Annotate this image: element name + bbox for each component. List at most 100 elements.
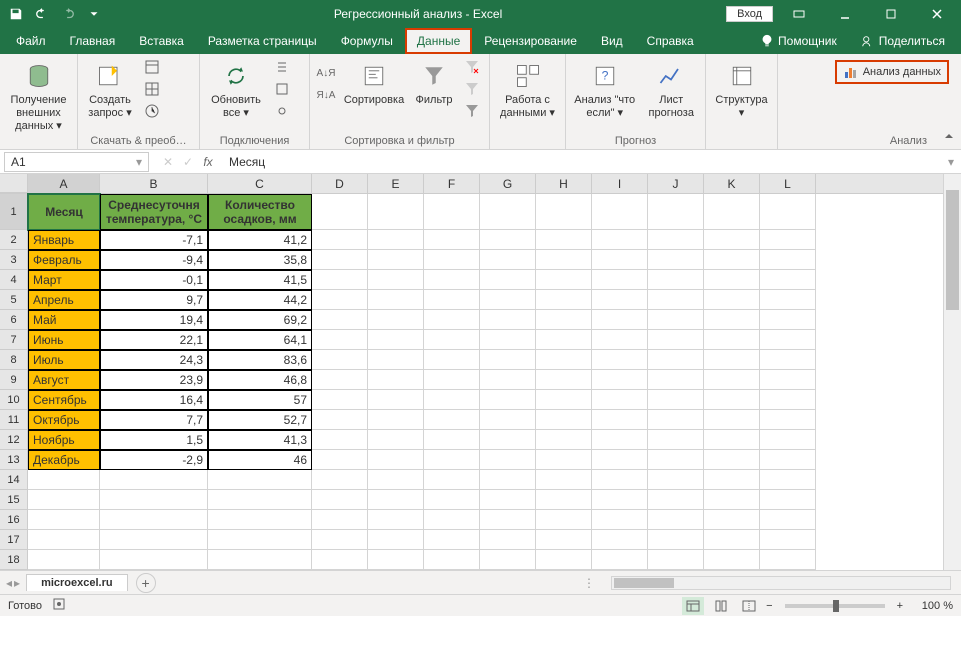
cell[interactable] (312, 470, 368, 490)
properties-button[interactable] (270, 78, 294, 100)
cell[interactable] (100, 510, 208, 530)
cell[interactable] (480, 550, 536, 570)
cell[interactable] (28, 470, 100, 490)
cell[interactable] (424, 510, 480, 530)
cell[interactable]: Январь (28, 230, 100, 250)
cell[interactable] (648, 390, 704, 410)
cell[interactable] (424, 450, 480, 470)
cell[interactable]: 69,2 (208, 310, 312, 330)
cell[interactable] (704, 410, 760, 430)
maximize-button[interactable] (871, 0, 911, 28)
tab-page-layout[interactable]: Разметка страницы (196, 28, 329, 54)
cell[interactable] (28, 550, 100, 570)
cell[interactable] (760, 330, 816, 350)
tab-help[interactable]: Справка (635, 28, 706, 54)
cell[interactable] (592, 550, 648, 570)
tab-review[interactable]: Рецензирование (472, 28, 589, 54)
cell[interactable]: Апрель (28, 290, 100, 310)
cell[interactable] (704, 510, 760, 530)
sheet-tab[interactable]: microexcel.ru (26, 574, 128, 591)
cell[interactable] (592, 330, 648, 350)
cell[interactable] (100, 470, 208, 490)
cell[interactable] (368, 490, 424, 510)
row-header[interactable]: 13 (0, 450, 28, 470)
formula-input[interactable]: Месяц (223, 155, 941, 169)
cell[interactable] (760, 470, 816, 490)
cell[interactable] (480, 450, 536, 470)
forecast-sheet-button[interactable]: Лист прогноза (641, 56, 701, 124)
select-all-corner[interactable] (0, 174, 28, 193)
row-header[interactable]: 8 (0, 350, 28, 370)
cell[interactable] (368, 330, 424, 350)
cell[interactable] (368, 530, 424, 550)
tab-home[interactable]: Главная (58, 28, 128, 54)
cell[interactable] (760, 290, 816, 310)
cell[interactable] (312, 490, 368, 510)
cell[interactable] (312, 194, 368, 230)
cancel-formula-button[interactable]: ✕ (159, 155, 177, 169)
row-header[interactable]: 4 (0, 270, 28, 290)
cell[interactable] (208, 550, 312, 570)
cell[interactable] (704, 194, 760, 230)
cell[interactable] (100, 550, 208, 570)
cell[interactable]: -2,9 (100, 450, 208, 470)
column-header[interactable]: A (28, 174, 100, 193)
cell[interactable] (480, 490, 536, 510)
cell[interactable] (704, 430, 760, 450)
undo-button[interactable] (30, 2, 54, 26)
sort-button[interactable]: Сортировка (340, 56, 408, 111)
row-header[interactable]: 15 (0, 490, 28, 510)
cell[interactable] (704, 470, 760, 490)
get-external-data-button[interactable]: Получение внешних данных ▾ (4, 56, 73, 138)
advanced-filter-button[interactable] (460, 100, 484, 122)
cell[interactable] (760, 510, 816, 530)
cell[interactable] (480, 194, 536, 230)
cell[interactable] (424, 370, 480, 390)
share-button[interactable]: Поделиться (849, 28, 957, 54)
cell[interactable] (312, 510, 368, 530)
cell[interactable]: Месяц (28, 194, 100, 230)
cell[interactable] (760, 390, 816, 410)
cell[interactable]: Ноябрь (28, 430, 100, 450)
cell[interactable]: 64,1 (208, 330, 312, 350)
cell[interactable] (424, 330, 480, 350)
sheet-nav-next[interactable]: ▸ (14, 576, 20, 590)
cell[interactable] (312, 450, 368, 470)
cell[interactable] (592, 310, 648, 330)
cell[interactable]: 52,7 (208, 410, 312, 430)
cell[interactable] (704, 230, 760, 250)
horizontal-scrollbar[interactable] (611, 576, 951, 590)
cell[interactable] (312, 390, 368, 410)
row-header[interactable]: 5 (0, 290, 28, 310)
cell[interactable] (704, 250, 760, 270)
row-header[interactable]: 2 (0, 230, 28, 250)
cell[interactable]: Май (28, 310, 100, 330)
cell[interactable]: 19,4 (100, 310, 208, 330)
add-sheet-button[interactable]: + (136, 573, 156, 593)
cell[interactable] (704, 310, 760, 330)
column-header[interactable]: C (208, 174, 312, 193)
cell[interactable] (648, 290, 704, 310)
view-page-break-button[interactable] (738, 597, 760, 615)
cell[interactable] (424, 310, 480, 330)
cell[interactable] (592, 410, 648, 430)
cell[interactable] (704, 350, 760, 370)
row-header[interactable]: 6 (0, 310, 28, 330)
cell[interactable]: 23,9 (100, 370, 208, 390)
cell[interactable] (208, 530, 312, 550)
tab-formulas[interactable]: Формулы (329, 28, 405, 54)
cell[interactable]: -9,4 (100, 250, 208, 270)
cell[interactable] (480, 310, 536, 330)
cell[interactable] (648, 330, 704, 350)
row-header[interactable]: 10 (0, 390, 28, 410)
cell[interactable] (368, 410, 424, 430)
tab-view[interactable]: Вид (589, 28, 635, 54)
cell[interactable] (704, 530, 760, 550)
row-header[interactable]: 1 (0, 194, 28, 230)
cell[interactable] (648, 350, 704, 370)
data-tools-button[interactable]: Работа с данными ▾ (494, 56, 561, 124)
cell[interactable] (312, 370, 368, 390)
cell[interactable] (424, 270, 480, 290)
cell[interactable] (424, 470, 480, 490)
cell[interactable] (760, 490, 816, 510)
